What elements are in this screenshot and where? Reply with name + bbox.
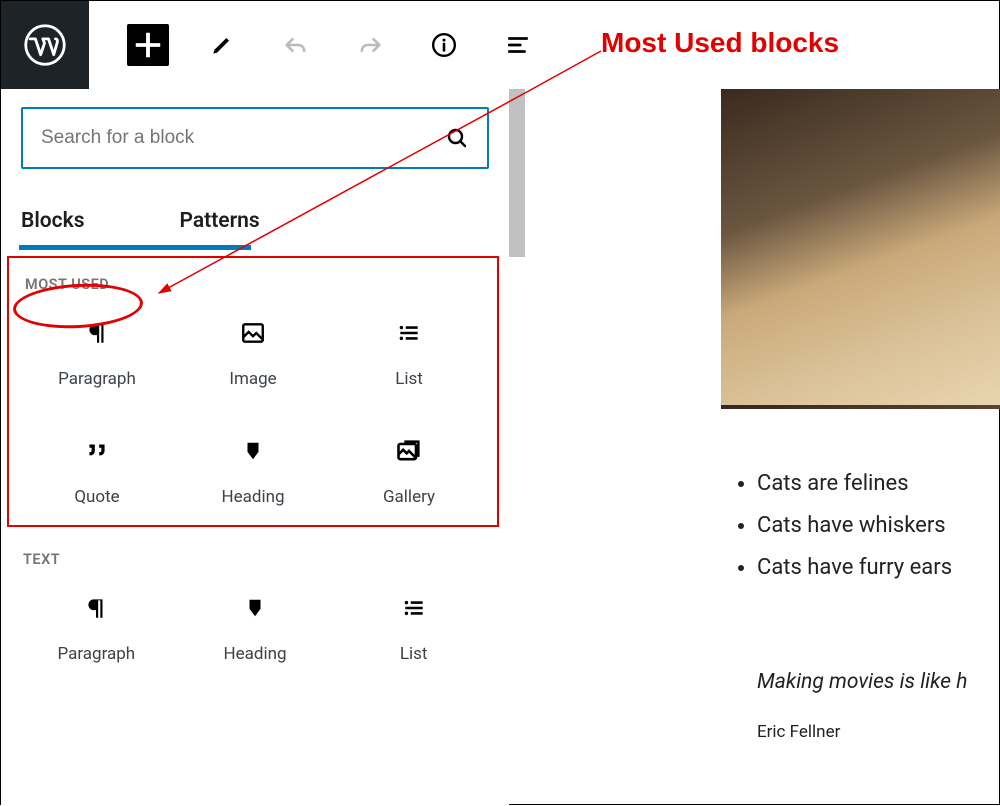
search-input[interactable]: [41, 127, 445, 149]
most-used-section: MOST USED ParagraphImageListQuoteHeading…: [7, 256, 499, 527]
wordpress-logo[interactable]: [1, 1, 89, 89]
wordpress-icon: [24, 24, 66, 66]
quote-cite: Eric Fellner: [757, 722, 1000, 742]
quote-text: Making movies is like h: [757, 670, 1000, 694]
annotation-label: Most Used blocks: [601, 27, 839, 59]
add-block-button[interactable]: [127, 24, 169, 66]
info-icon: [431, 32, 457, 58]
block-paragraph[interactable]: Paragraph: [17, 594, 176, 664]
panel-scrollbar[interactable]: [509, 89, 525, 805]
tab-patterns[interactable]: Patterns: [180, 197, 260, 245]
block-inserter-panel: Blocks Patterns MOST USED ParagraphImage…: [1, 89, 525, 805]
block-label: Heading: [223, 644, 286, 664]
block-label: Gallery: [383, 487, 435, 507]
details-button[interactable]: [423, 24, 465, 66]
content-image[interactable]: [721, 89, 1000, 409]
search-icon: [445, 126, 469, 150]
redo-icon: [356, 31, 384, 59]
block-heading[interactable]: Heading: [175, 437, 331, 507]
heading-icon: [242, 438, 264, 464]
block-list[interactable]: List: [331, 319, 487, 389]
outline-button[interactable]: [497, 24, 539, 66]
inserter-tabs: Blocks Patterns: [1, 187, 509, 245]
block-paragraph[interactable]: Paragraph: [19, 319, 175, 389]
redo-button[interactable]: [349, 24, 391, 66]
gallery-icon: [395, 437, 423, 465]
text-section: TEXT Paragraph Heading List: [1, 527, 509, 664]
quote-icon: [84, 438, 110, 464]
editor-canvas: Cats are felinesCats have whiskersCats h…: [721, 89, 1000, 742]
block-heading[interactable]: Heading: [176, 594, 335, 664]
undo-icon: [282, 31, 310, 59]
image-icon: [240, 320, 266, 346]
content-list[interactable]: Cats are felinesCats have whiskersCats h…: [721, 463, 1000, 588]
tab-underline: [19, 245, 251, 250]
block-gallery[interactable]: Gallery: [331, 437, 487, 507]
block-image[interactable]: Image: [175, 319, 331, 389]
editor-toolbar: [1, 1, 999, 89]
block-quote[interactable]: Quote: [19, 437, 175, 507]
undo-button[interactable]: [275, 24, 317, 66]
list-view-icon: [505, 32, 531, 58]
block-label: Quote: [74, 487, 119, 507]
block-label: Heading: [221, 487, 284, 507]
plus-icon: [127, 24, 169, 66]
paragraph-icon: [83, 595, 109, 621]
block-label: Paragraph: [57, 644, 135, 664]
pencil-icon: [209, 32, 235, 58]
list-icon: [396, 320, 422, 346]
block-list[interactable]: List: [334, 594, 493, 664]
heading-icon: [244, 595, 266, 621]
list-item[interactable]: Cats are felines: [757, 463, 1000, 505]
list-item[interactable]: Cats have whiskers: [757, 505, 1000, 547]
tab-blocks[interactable]: Blocks: [21, 197, 85, 245]
list-icon: [401, 595, 427, 621]
scroll-thumb[interactable]: [509, 89, 525, 257]
block-search[interactable]: [21, 107, 489, 169]
text-section-title: TEXT: [17, 551, 493, 568]
list-item[interactable]: Cats have furry ears: [757, 547, 1000, 589]
tools-button[interactable]: [201, 24, 243, 66]
block-label: Paragraph: [58, 369, 136, 389]
block-label: Image: [229, 369, 276, 389]
block-label: List: [400, 644, 428, 664]
content-quote[interactable]: Making movies is like h Eric Fellner: [721, 670, 1000, 742]
block-label: List: [395, 369, 423, 389]
